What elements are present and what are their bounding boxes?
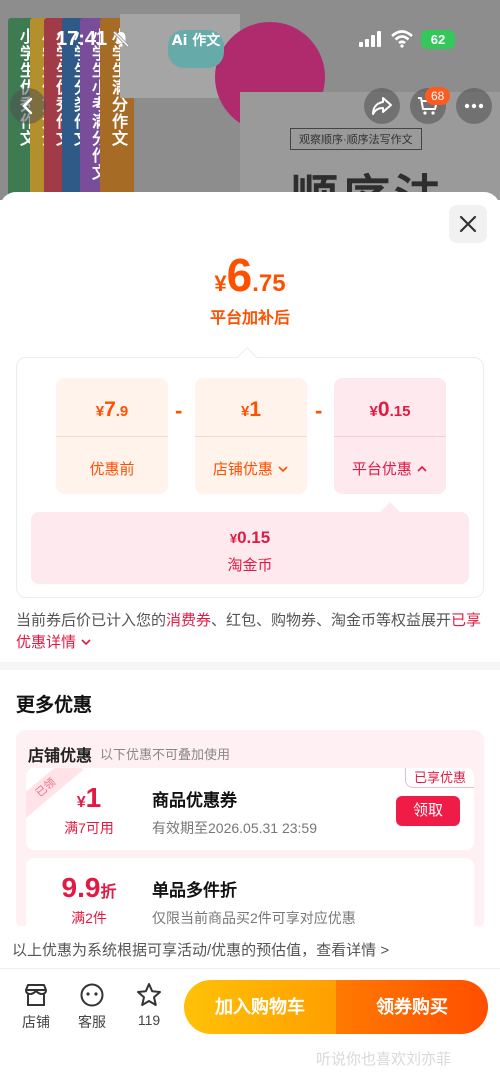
consumer-coupon-link[interactable]: 消费券	[166, 612, 211, 629]
watermark: 听说你也喜欢刘亦菲	[316, 1051, 452, 1068]
tab-customer-service[interactable]: 客服	[68, 982, 116, 1032]
add-to-cart-button[interactable]: 加入购物车	[184, 980, 336, 1034]
coupon-condition: 满7可用	[64, 820, 114, 836]
signal-icon	[359, 31, 381, 47]
share-icon	[372, 97, 392, 115]
chevron-up-icon	[417, 465, 427, 472]
minus-sign: -	[315, 398, 323, 423]
minus-sign: -	[175, 398, 183, 423]
close-button[interactable]	[449, 205, 487, 243]
battery-indicator: 62	[421, 30, 455, 49]
price-notice: 当前券后价已计入您的消费券、红包、购物券、淘金币等权益展开已享优惠详情	[16, 612, 482, 651]
chevron-down-icon	[278, 466, 288, 473]
tab-favorite[interactable]: 119	[125, 982, 173, 1028]
enjoyed-tag: 已享优惠	[404, 768, 474, 788]
shop-offers-subtitle: 以下优惠不可叠加使用	[100, 747, 231, 762]
original-price-label: 优惠前	[89, 461, 135, 478]
coupon-card: 已领 已享优惠 ¥1 满7可用 商品优惠券 有效期至2026.05.31 23:…	[26, 768, 474, 850]
coupon-name: 单品多件折	[152, 881, 237, 900]
store-icon	[25, 984, 47, 1006]
cart-count-badge: 68	[425, 87, 451, 105]
coupon-value: ¥1	[76, 782, 102, 813]
status-time: 17:41	[56, 28, 108, 50]
more-offers-title: 更多优惠	[16, 695, 93, 716]
wifi-icon	[391, 30, 413, 48]
back-button[interactable]	[10, 88, 46, 124]
mute-bell-icon	[112, 30, 130, 48]
coupon-name: 商品优惠券	[152, 791, 237, 810]
platform-discount-cell[interactable]: ¥0.15 平台优惠	[334, 378, 446, 494]
estimate-note-link[interactable]: 以上优惠为系统根据可享活动/优惠的预估值，查看详情 >	[12, 939, 389, 960]
final-price: ¥6.75	[214, 249, 286, 301]
star-icon	[137, 983, 161, 1006]
final-price-label: 平台加补后	[209, 310, 290, 327]
book-box-subtitle: 观察顺序·顺序法写作文	[290, 128, 422, 150]
coupon-value: 9.9折	[61, 872, 117, 903]
coupon-description: 仅限当前商品买2件可享对应优惠	[152, 910, 356, 926]
chevron-left-icon	[22, 97, 33, 115]
taojinbi-cell: ¥0.15 淘金币	[31, 512, 469, 584]
taojinbi-label: 淘金币	[227, 557, 273, 574]
status-bar: 17:41 62	[0, 0, 500, 60]
claim-coupon-button[interactable]: 领取	[396, 796, 460, 826]
more-button[interactable]	[456, 88, 492, 124]
coupon-condition: 满2件	[71, 910, 107, 926]
shop-offers-title: 店铺优惠	[28, 748, 93, 765]
share-button[interactable]	[364, 88, 400, 124]
buy-with-coupon-button[interactable]: 领券购买	[336, 980, 488, 1034]
original-price-cell: ¥7.9 优惠前	[56, 378, 168, 494]
section-divider	[0, 662, 500, 670]
close-icon	[459, 215, 477, 233]
customer-service-icon	[80, 983, 104, 1007]
more-dots-icon	[464, 103, 484, 109]
tab-store[interactable]: 店铺	[12, 982, 60, 1032]
shop-discount-label: 店铺优惠	[212, 461, 273, 478]
shop-discount-cell[interactable]: ¥1 店铺优惠	[195, 378, 307, 494]
chevron-down-icon	[81, 639, 91, 646]
coupon-validity: 有效期至2026.05.31 23:59	[152, 820, 317, 836]
platform-discount-label: 平台优惠	[351, 461, 412, 478]
